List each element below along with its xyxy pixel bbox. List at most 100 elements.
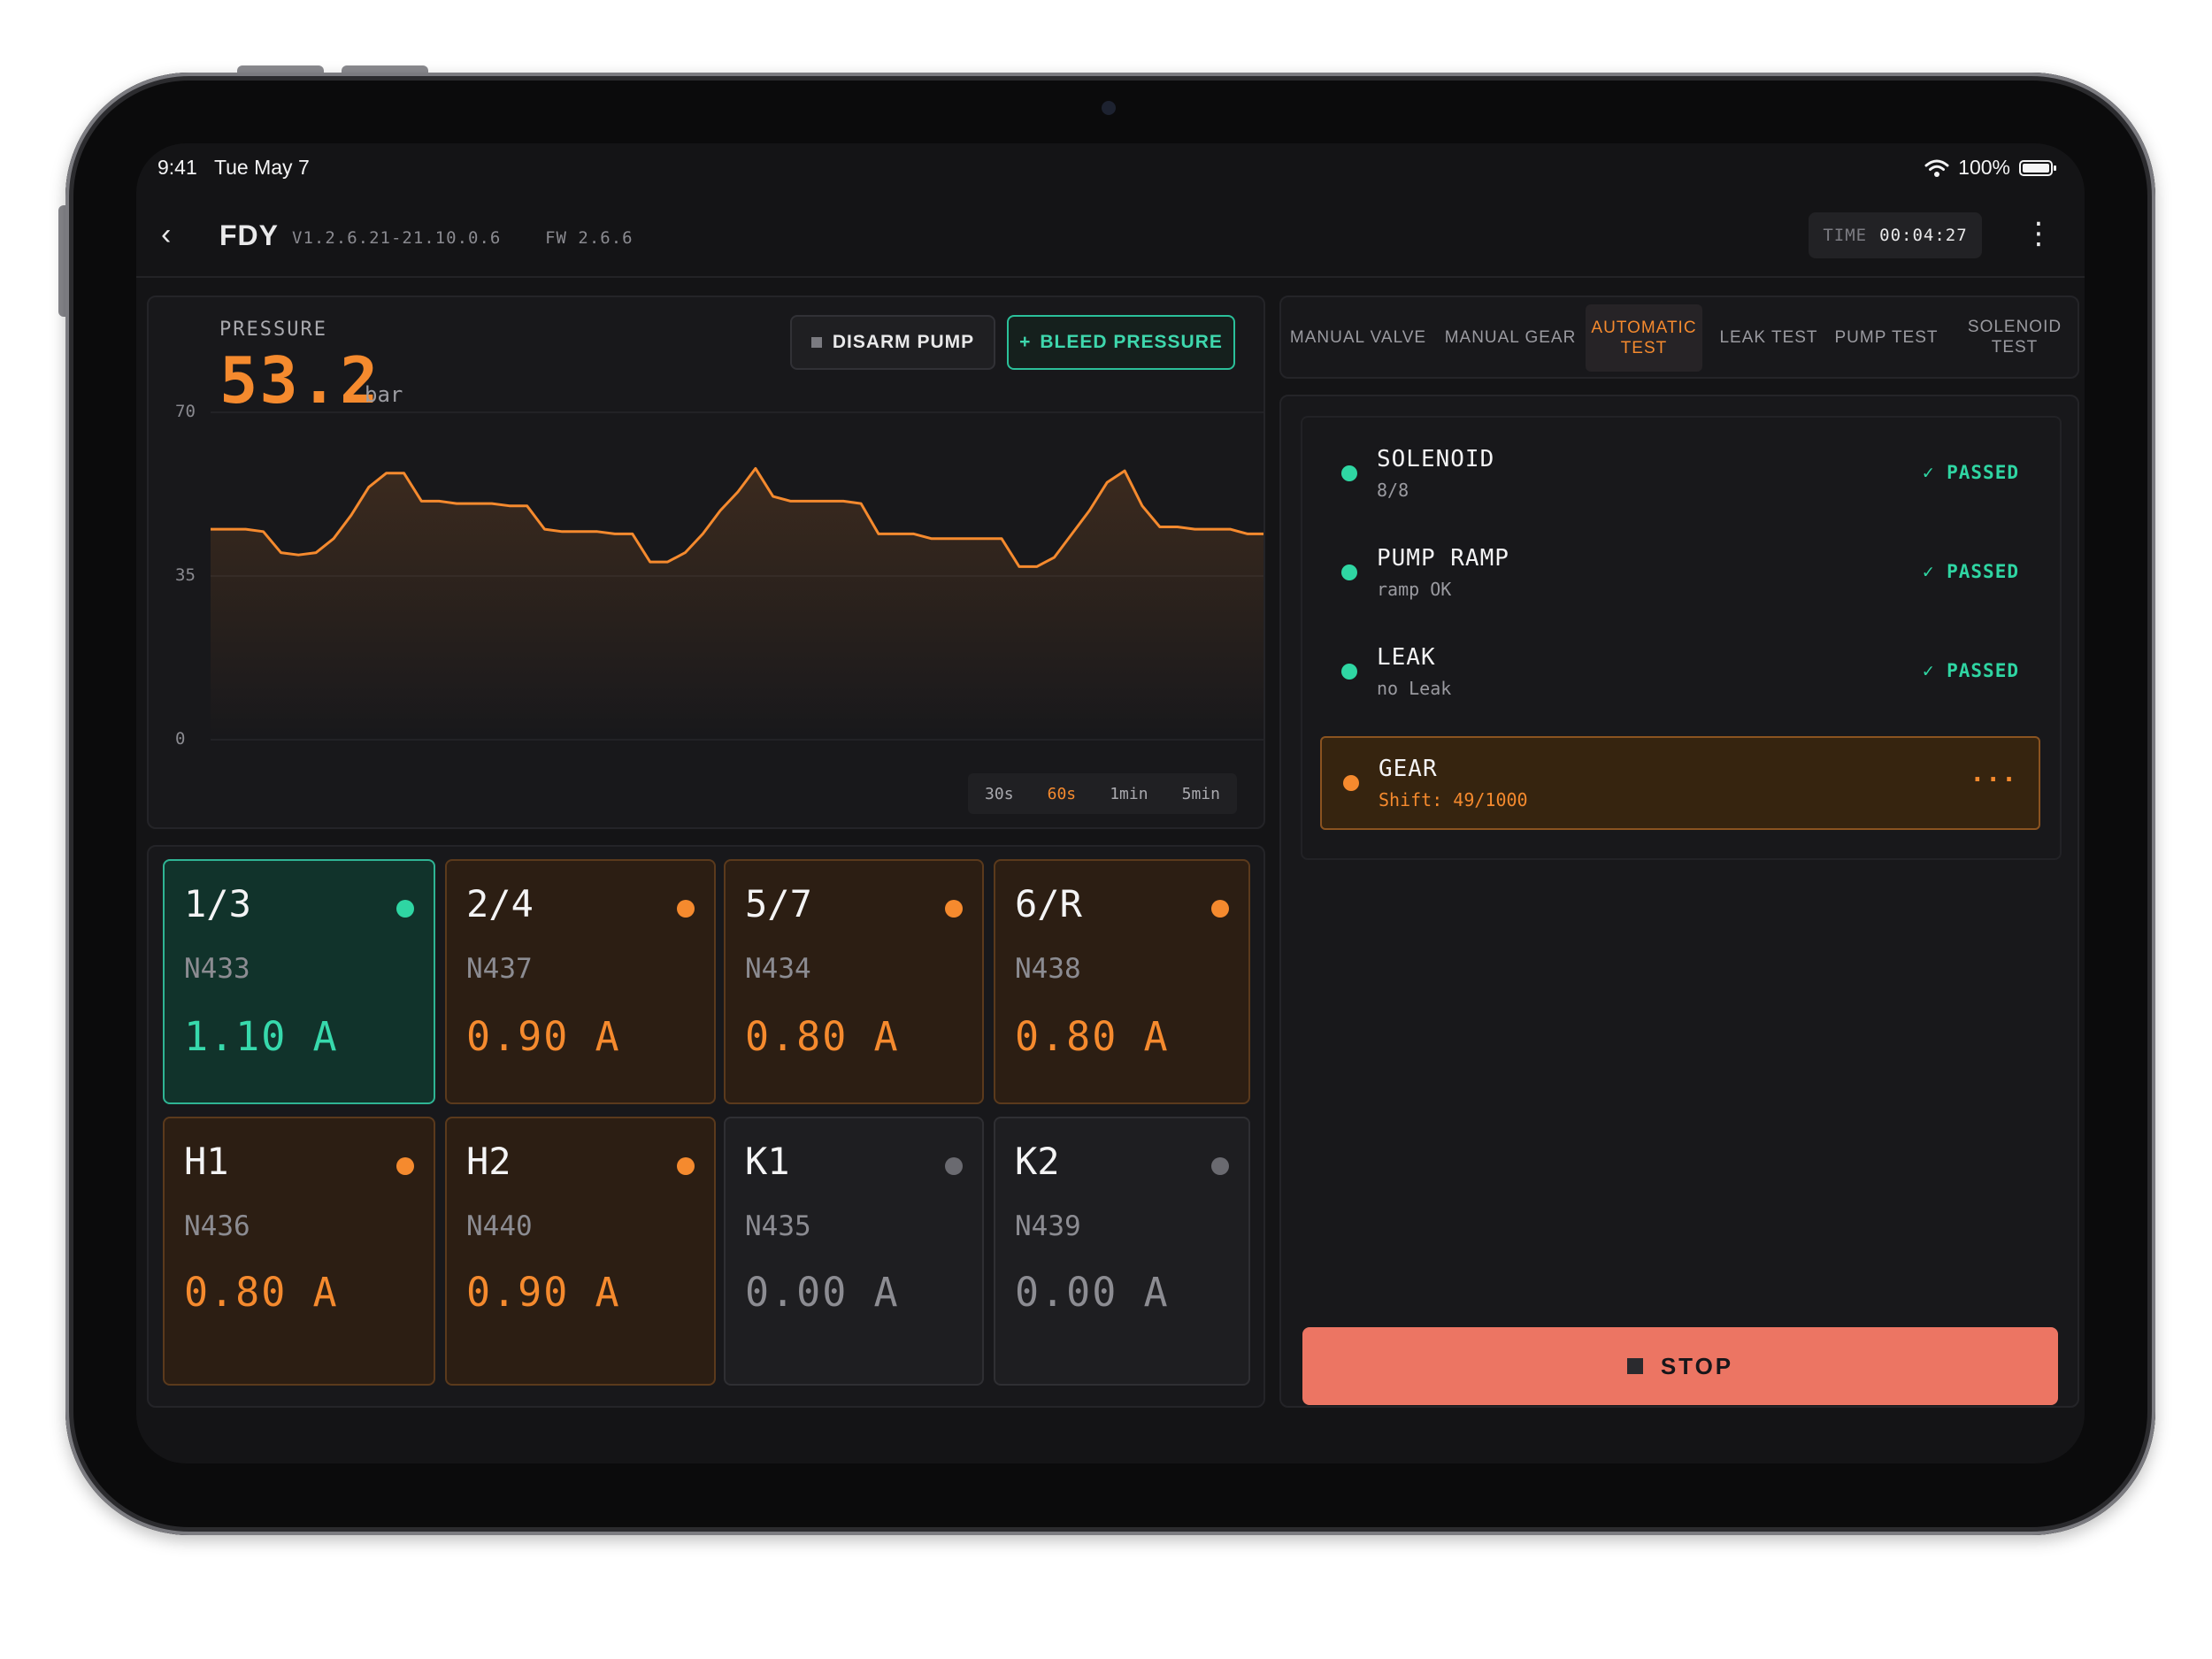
gear-name: 6/R (1015, 882, 1082, 926)
test-detail: ramp OK (1377, 579, 1452, 600)
stop-button[interactable]: STOP (1302, 1327, 2058, 1405)
stop-label: STOP (1660, 1352, 1734, 1379)
gear-name: 5/7 (745, 882, 812, 926)
test-mode-tabs: MANUAL VALVE MANUAL GEAR AUTOMATIC TEST LEAK… (1279, 296, 2079, 379)
status-dot-icon (396, 1157, 414, 1175)
tab-leak-test[interactable]: LEAK TEST (1709, 297, 1828, 377)
automatic-test-panel: SOLENOID 8/8 ✓ PASSED PUMP RAMP ramp OK ✓ PAS… (1279, 395, 2079, 1408)
back-icon[interactable]: ‹ (161, 218, 171, 252)
tab-label: MANUAL GEAR (1444, 327, 1577, 347)
gear-name: 1/3 (184, 882, 251, 926)
test-status[interactable]: ··· (1970, 764, 2017, 794)
tab-label: AUTOMATIC TEST (1591, 319, 1697, 357)
test-row[interactable]: GEAR Shift: 49/1000 ··· (1320, 736, 2040, 830)
gear-name: H1 (184, 1140, 229, 1183)
test-name: PUMP RAMP (1377, 545, 1509, 572)
status-date: Tue May 7 (213, 156, 310, 179)
battery-percent: 100% (1958, 156, 2010, 179)
range-option[interactable]: 5min (1182, 785, 1220, 803)
gear-card[interactable]: 6/R N438 0.80 A (994, 859, 1250, 1104)
tab-solenoid-test[interactable]: SOLENOID TEST (1950, 297, 2079, 377)
wifi-icon (1924, 159, 1949, 177)
status-dot-icon (1341, 664, 1357, 680)
more-options-icon[interactable]: ⋮ (2024, 216, 2054, 251)
solenoid-current: 0.80 A (1015, 1013, 1170, 1060)
solenoid-code: N438 (1015, 953, 1081, 985)
version-info: V1.2.6.21-21.10.0.6 FW 2.6.6 (292, 228, 634, 248)
solenoid-current: 0.00 A (745, 1269, 900, 1316)
solenoid-current: 0.90 A (466, 1013, 621, 1060)
time-value: 00:04:27 (1879, 226, 1968, 245)
gear-card[interactable]: H2 N440 0.90 A (445, 1117, 716, 1386)
gear-card[interactable]: 2/4 N437 0.90 A (445, 859, 716, 1104)
test-list: SOLENOID 8/8 ✓ PASSED PUMP RAMP ramp OK ✓ PAS… (1301, 416, 2062, 860)
test-name: LEAK (1377, 644, 1436, 671)
gear-card[interactable]: K2 N439 0.00 A (994, 1117, 1250, 1386)
stop-square-icon (1626, 1358, 1643, 1374)
pressure-panel: PRESSURE 53.2 bar DISARM PUMP + BLEED PR… (147, 296, 1265, 829)
test-detail: no Leak (1377, 678, 1452, 699)
pressure-area (211, 468, 1263, 740)
app-title: FDY (219, 219, 279, 251)
range-option[interactable]: 30s (985, 785, 1014, 803)
gear-solenoid-panel: 1/3 N433 1.10 A 2/4 N437 0.90 A 5/7 N434 0.80 A6… (147, 845, 1265, 1408)
solenoid-code: N439 (1015, 1210, 1081, 1242)
gear-name: H2 (466, 1140, 511, 1183)
tab-manual-gear[interactable]: MANUAL GEAR (1437, 297, 1584, 377)
time-label: TIME (1823, 226, 1868, 245)
solenoid-code: N440 (466, 1210, 533, 1242)
status-dot-icon (1211, 1157, 1229, 1175)
gear-name: K1 (745, 1140, 790, 1183)
status-bar-right: 100% (1924, 156, 2056, 180)
test-row[interactable]: SOLENOID 8/8 ✓ PASSED (1320, 428, 2040, 518)
status-dot-icon (945, 1157, 963, 1175)
gear-name: K2 (1015, 1140, 1060, 1183)
status-dot-icon (677, 900, 695, 918)
tab-pump-test[interactable]: PUMP TEST (1830, 297, 1943, 377)
tab-automatic-test[interactable]: AUTOMATIC TEST (1586, 304, 1702, 372)
status-dot-icon (396, 900, 414, 918)
solenoid-current: 0.80 A (184, 1269, 339, 1316)
solenoid-current: 1.10 A (184, 1013, 339, 1060)
gear-name: 2/4 (466, 882, 534, 926)
gear-card[interactable]: K1 N435 0.00 A (724, 1117, 984, 1386)
status-dot-icon (1341, 565, 1357, 580)
app-screen: 9:41 Tue May 7 100% ‹ FDY V1.2.6.21-21.1… (136, 143, 2085, 1463)
camera-icon (1102, 101, 1116, 115)
test-detail: 8/8 (1377, 480, 1409, 501)
range-option[interactable]: 60s (1048, 785, 1077, 803)
test-row[interactable]: LEAK no Leak ✓ PASSED (1320, 626, 2040, 717)
tab-label: LEAK TEST (1719, 327, 1818, 347)
solenoid-current: 0.80 A (745, 1013, 900, 1060)
test-row[interactable]: PUMP RAMP ramp OK ✓ PASSED (1320, 527, 2040, 618)
battery-icon (2019, 159, 2056, 176)
solenoid-code: N437 (466, 953, 533, 985)
status-dot-icon (677, 1157, 695, 1175)
status-time: 9:41 (157, 156, 197, 179)
range-option[interactable]: 1min (1110, 785, 1148, 803)
app-header: ‹ FDY V1.2.6.21-21.10.0.6 FW 2.6.6 TIME … (136, 198, 2085, 278)
test-status: ✓ PASSED (1922, 462, 2019, 483)
solenoid-code: N436 (184, 1210, 250, 1242)
status-dot-icon (1211, 900, 1229, 918)
pressure-chart (211, 411, 1263, 741)
solenoid-code: N435 (745, 1210, 811, 1242)
test-status: ✓ PASSED (1922, 561, 2019, 582)
tab-label: SOLENOID TEST (1967, 318, 2062, 357)
gear-card[interactable]: 5/7 N434 0.80 A (724, 859, 984, 1104)
firmware-version: FW 2.6.6 (545, 228, 634, 248)
time-range-selector: 30s 60s 1min 5min (968, 773, 1237, 814)
solenoid-code: N433 (184, 953, 250, 985)
status-dot-icon (1343, 775, 1359, 791)
elapsed-time: TIME 00:04:27 (1809, 212, 1982, 258)
test-detail: Shift: 49/1000 (1379, 789, 1528, 810)
solenoid-current: 0.90 A (466, 1269, 621, 1316)
test-name: SOLENOID (1377, 446, 1495, 472)
gear-card[interactable]: H1 N436 0.80 A (163, 1117, 435, 1386)
gear-card[interactable]: 1/3 N433 1.10 A (163, 859, 435, 1104)
status-bar-left: 9:41 Tue May 7 (157, 156, 310, 180)
status-dot-icon (1341, 465, 1357, 481)
tab-manual-valve[interactable]: MANUAL VALVE (1286, 297, 1430, 377)
tab-label: PUMP TEST (1834, 327, 1939, 347)
solenoid-code: N434 (745, 953, 811, 985)
